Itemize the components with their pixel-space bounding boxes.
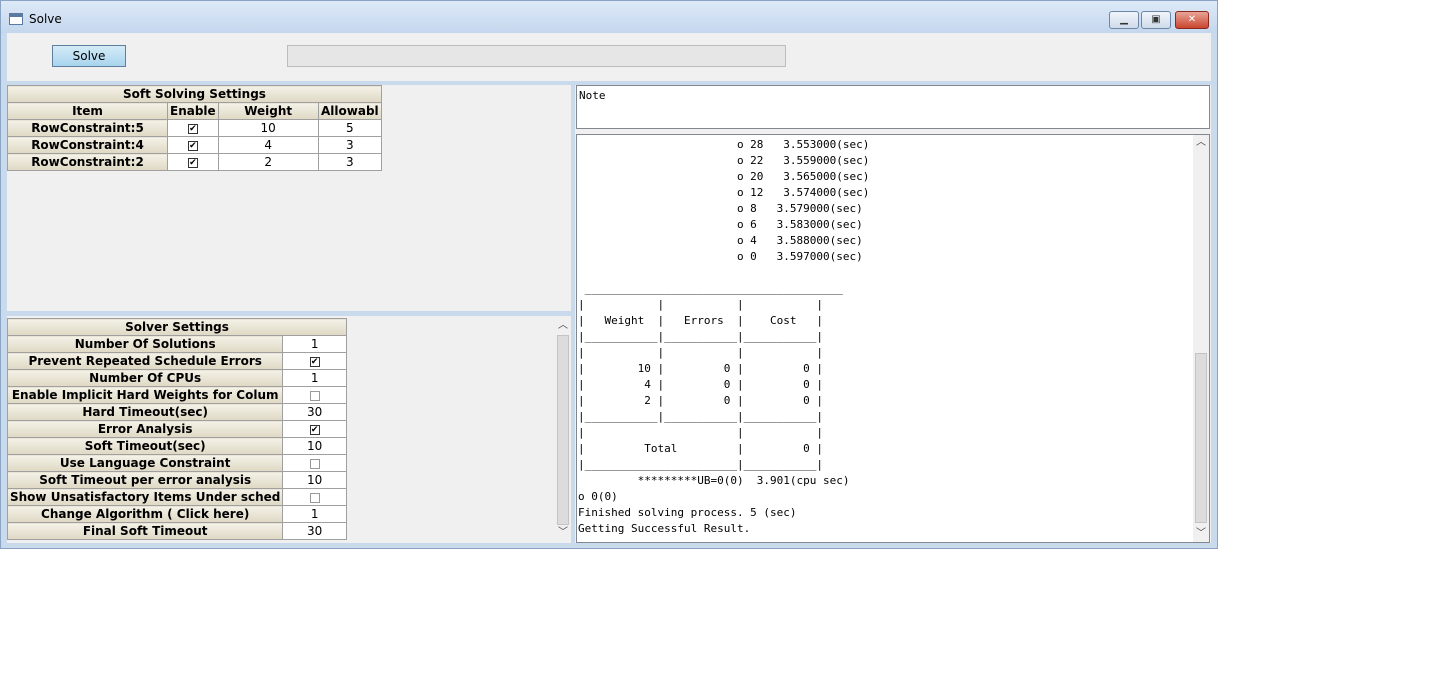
solver-settings-row: Enable Implicit Hard Weights for Colum bbox=[6, 386, 347, 404]
setting-label[interactable]: Enable Implicit Hard Weights for Colum bbox=[6, 386, 284, 404]
row-item-label[interactable]: RowConstraint:5 bbox=[7, 119, 168, 137]
solver-settings-scrollbar[interactable]: ︿ ﹀ bbox=[555, 318, 571, 543]
log-text: o 28 3.553000(sec) o 22 3.559000(sec) o … bbox=[578, 138, 870, 535]
solver-settings-row: Hard Timeout(sec) 30 bbox=[6, 403, 347, 421]
scroll-thumb[interactable] bbox=[1195, 353, 1207, 523]
row-item-label[interactable]: RowConstraint:4 bbox=[7, 136, 168, 154]
vertical-splitter[interactable] bbox=[571, 85, 575, 543]
soft-solving-settings-table: Soft Solving Settings Item Enable Weight… bbox=[7, 85, 383, 171]
allowable-cell[interactable]: 3 bbox=[317, 153, 383, 171]
left-panel-splitter[interactable] bbox=[7, 311, 571, 316]
scroll-down-icon[interactable]: ﹀ bbox=[555, 525, 571, 541]
enable-cell[interactable]: ✔ bbox=[167, 153, 219, 171]
setting-value[interactable]: 1 bbox=[282, 335, 347, 353]
scroll-down-icon[interactable]: ﹀ bbox=[1193, 526, 1209, 542]
setting-value[interactable]: 1 bbox=[282, 369, 347, 387]
column-header-enable[interactable]: Enable bbox=[167, 102, 219, 120]
close-button[interactable]: ✕ bbox=[1175, 11, 1209, 29]
weight-cell[interactable]: 10 bbox=[217, 119, 319, 137]
setting-value[interactable]: 10 bbox=[282, 437, 347, 455]
window-title: Solve bbox=[29, 12, 62, 26]
app-window-icon bbox=[9, 13, 23, 25]
weight-cell[interactable]: 4 bbox=[217, 136, 319, 154]
solve-button[interactable]: Solve bbox=[52, 45, 126, 67]
solver-settings-title: Solver Settings bbox=[7, 318, 347, 336]
setting-label[interactable]: Soft Timeout per error analysis bbox=[6, 471, 284, 489]
solver-settings-row: Prevent Repeated Schedule Errors ✔ bbox=[6, 352, 347, 370]
solver-settings-row: Number Of CPUs 1 bbox=[6, 369, 347, 387]
minimize-button[interactable]: ▁ bbox=[1109, 11, 1139, 29]
setting-label[interactable]: Show Unsatisfactory Items Under sched bbox=[6, 488, 284, 506]
setting-label[interactable]: Use Language Constraint bbox=[6, 454, 284, 472]
setting-checkbox[interactable]: ✔ bbox=[309, 424, 320, 435]
solver-settings-row: Final Soft Timeout 30 bbox=[6, 522, 347, 540]
setting-value[interactable]: 1 bbox=[282, 505, 347, 523]
solver-settings-row: Error Analysis ✔ bbox=[6, 420, 347, 438]
log-scrollbar[interactable]: ︿ ﹀ bbox=[1193, 135, 1209, 542]
soft-settings-row: RowConstraint:4 ✔ 4 3 bbox=[7, 136, 383, 154]
enable-cell[interactable]: ✔ bbox=[167, 119, 219, 137]
setting-value[interactable]: 30 bbox=[282, 403, 347, 421]
enable-checkbox[interactable]: ✔ bbox=[187, 140, 198, 151]
setting-checkbox-cell[interactable]: ✔ bbox=[282, 420, 347, 438]
setting-label[interactable]: Error Analysis bbox=[6, 420, 284, 438]
scroll-up-icon[interactable]: ︿ bbox=[555, 318, 571, 334]
scroll-up-icon[interactable]: ︿ bbox=[1193, 135, 1209, 151]
weight-cell[interactable]: 2 bbox=[217, 153, 319, 171]
solver-settings-row: Number Of Solutions 1 bbox=[6, 335, 347, 353]
soft-settings-row: RowConstraint:2 ✔ 2 3 bbox=[7, 153, 383, 171]
solver-settings-table: Solver Settings Number Of Solutions 1 Prev… bbox=[6, 318, 347, 540]
setting-checkbox-cell[interactable] bbox=[282, 488, 347, 506]
solve-window: Solve ▁ ▣ ✕ Solve Soft Solving Settings … bbox=[0, 0, 1218, 549]
scroll-thumb[interactable] bbox=[557, 335, 569, 525]
soft-settings-row: RowConstraint:5 ✔ 10 5 bbox=[7, 119, 383, 137]
solver-settings-row: Soft Timeout per error analysis 10 bbox=[6, 471, 347, 489]
row-item-label[interactable]: RowConstraint:2 bbox=[7, 153, 168, 171]
setting-checkbox[interactable] bbox=[309, 492, 320, 503]
maximize-button[interactable]: ▣ bbox=[1141, 11, 1171, 29]
enable-checkbox[interactable]: ✔ bbox=[187, 157, 198, 168]
setting-checkbox-cell[interactable] bbox=[282, 386, 347, 404]
column-header-item[interactable]: Item bbox=[7, 102, 168, 120]
setting-label[interactable]: Change Algorithm ( Click here) bbox=[6, 505, 284, 523]
setting-checkbox[interactable] bbox=[309, 390, 320, 401]
client-area: Solve Soft Solving Settings Item Enable … bbox=[6, 33, 1211, 543]
setting-checkbox-cell[interactable]: ✔ bbox=[282, 352, 347, 370]
enable-checkbox[interactable]: ✔ bbox=[187, 123, 198, 134]
setting-checkbox[interactable] bbox=[309, 458, 320, 469]
setting-checkbox-cell[interactable] bbox=[282, 454, 347, 472]
solver-settings-row: Show Unsatisfactory Items Under sched bbox=[6, 488, 347, 506]
setting-label[interactable]: Final Soft Timeout bbox=[6, 522, 284, 540]
solver-settings-row: Change Algorithm ( Click here) 1 bbox=[6, 505, 347, 523]
allowable-cell[interactable]: 3 bbox=[317, 136, 383, 154]
column-header-weight[interactable]: Weight bbox=[217, 102, 319, 120]
progress-bar bbox=[287, 45, 786, 67]
note-box[interactable]: Note bbox=[576, 85, 1210, 129]
solver-settings-row: Use Language Constraint bbox=[6, 454, 347, 472]
solver-settings-row: Soft Timeout(sec) 10 bbox=[6, 437, 347, 455]
solver-log-output[interactable]: o 28 3.553000(sec) o 22 3.559000(sec) o … bbox=[576, 134, 1210, 543]
column-header-allowable[interactable]: Allowabl bbox=[317, 102, 383, 120]
setting-value[interactable]: 30 bbox=[282, 522, 347, 540]
setting-label[interactable]: Number Of CPUs bbox=[6, 369, 284, 387]
setting-label[interactable]: Number Of Solutions bbox=[6, 335, 284, 353]
setting-checkbox[interactable]: ✔ bbox=[309, 356, 320, 367]
soft-settings-title: Soft Solving Settings bbox=[7, 85, 382, 103]
title-bar[interactable]: Solve ▁ ▣ ✕ bbox=[1, 1, 1217, 33]
enable-cell[interactable]: ✔ bbox=[167, 136, 219, 154]
setting-label[interactable]: Soft Timeout(sec) bbox=[6, 437, 284, 455]
setting-label[interactable]: Prevent Repeated Schedule Errors bbox=[6, 352, 284, 370]
setting-label[interactable]: Hard Timeout(sec) bbox=[6, 403, 284, 421]
allowable-cell[interactable]: 5 bbox=[317, 119, 383, 137]
setting-value[interactable]: 10 bbox=[282, 471, 347, 489]
